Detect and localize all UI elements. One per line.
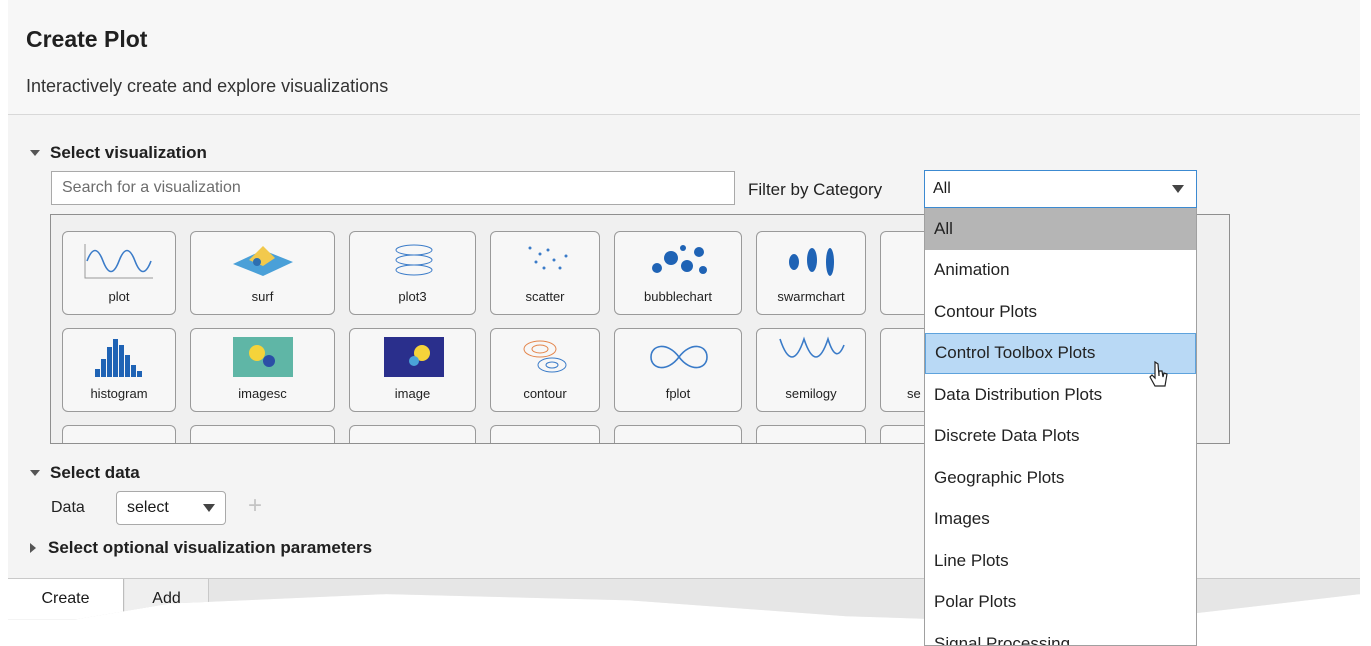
tile-imagesc[interactable]: imagesc [190, 328, 335, 412]
tile-label: semilogy [785, 386, 837, 401]
tab-create[interactable]: Create [8, 579, 124, 619]
dropdown-option-line-plots[interactable]: Line Plots [925, 540, 1196, 582]
expand-triangle-icon[interactable] [30, 543, 36, 553]
tile-contour[interactable]: contour [490, 328, 600, 412]
dropdown-option-all[interactable]: All [925, 208, 1196, 250]
dropdown-option-geographic-plots[interactable]: Geographic Plots [925, 457, 1196, 499]
section-select-data[interactable]: Select data [30, 463, 140, 483]
tile-label: scatter [525, 289, 565, 304]
tile-row3[interactable] [190, 425, 335, 443]
tile-label: histogram [90, 386, 148, 401]
tile-label: contour [523, 386, 567, 401]
collapse-triangle-icon[interactable] [30, 150, 40, 156]
tile-row3[interactable] [349, 425, 476, 443]
tile-histogram[interactable]: histogram [62, 328, 176, 412]
filter-category-label: Filter by Category [748, 180, 883, 199]
chevron-down-icon [1172, 185, 1184, 193]
tile-plot[interactable]: plot [62, 231, 176, 315]
task-header: Create Plot Interactively create and exp… [8, 0, 1360, 115]
section-select-visualization[interactable]: Select visualization [30, 143, 207, 163]
tile-label: plot3 [398, 289, 427, 304]
tile-label: bubblechart [644, 289, 712, 304]
image-heatmap-icon [378, 335, 450, 379]
tile-label: imagesc [238, 386, 287, 401]
section-heading: Select optional visualization parameters [48, 538, 373, 557]
helix-3d-icon [378, 238, 450, 282]
tile-plot3[interactable]: plot3 [349, 231, 476, 315]
data-select-value: select [127, 499, 169, 516]
data-select-dropdown[interactable]: select [116, 491, 226, 525]
page-subtitle: Interactively create and explore visuali… [26, 76, 389, 96]
swarm-chart-icon [776, 238, 848, 282]
chevron-down-icon [203, 504, 215, 512]
tile-row3[interactable] [614, 425, 742, 443]
section-optional-parameters[interactable]: Select optional visualization parameters [30, 538, 372, 558]
histogram-icon [83, 335, 155, 379]
tile-bubblechart[interactable]: bubblechart [614, 231, 742, 315]
dropdown-option-discrete-data-plots[interactable]: Discrete Data Plots [925, 416, 1196, 458]
scatter-points-icon [510, 238, 582, 282]
dropdown-option-polar-plots[interactable]: Polar Plots [925, 582, 1196, 624]
tile-swarmchart[interactable]: swarmchart [756, 231, 866, 315]
tile-surf[interactable]: surf [190, 231, 335, 315]
infinity-curve-icon [643, 335, 715, 379]
dropdown-option-contour-plots[interactable]: Contour Plots [925, 291, 1196, 333]
tile-scatter[interactable]: scatter [490, 231, 600, 315]
category-dropdown-list[interactable]: All Animation Contour Plots Control Tool… [924, 208, 1197, 646]
tile-fplot[interactable]: fplot [614, 328, 742, 412]
tile-semilogy[interactable]: semilogy [756, 328, 866, 412]
contour-icon [510, 335, 582, 379]
tile-label: surf [251, 289, 274, 304]
tile-row3[interactable] [62, 425, 176, 443]
imagesc-heatmap-icon [227, 335, 299, 379]
tile-label: image [394, 386, 431, 401]
filter-category-select[interactable]: All [924, 170, 1197, 208]
tile-label: plot [108, 289, 130, 304]
dropdown-option-signal-processing[interactable]: Signal Processing [925, 623, 1196, 645]
data-label: Data [51, 499, 85, 516]
tab-add[interactable]: Add [125, 579, 209, 619]
tile-image[interactable]: image [349, 328, 476, 412]
bubble-chart-icon [643, 238, 715, 282]
surface-3d-icon [227, 238, 299, 282]
tile-label: swarmchart [777, 289, 845, 304]
search-input[interactable] [51, 171, 735, 205]
add-data-icon[interactable]: + [248, 492, 262, 520]
tile-row3[interactable] [490, 425, 600, 443]
dropdown-option-animation[interactable]: Animation [925, 250, 1196, 292]
filter-category-value: All [933, 180, 951, 197]
section-heading: Select data [50, 463, 140, 482]
section-heading: Select visualization [50, 143, 207, 162]
dropdown-option-images[interactable]: Images [925, 499, 1196, 541]
collapse-triangle-icon[interactable] [30, 470, 40, 476]
semilog-curve-icon [776, 335, 848, 379]
page-title: Create Plot [26, 26, 148, 52]
tile-label: fplot [665, 386, 691, 401]
tile-label: se [907, 386, 921, 401]
tile-row3[interactable] [756, 425, 866, 443]
sine-wave-icon [83, 238, 155, 282]
mouse-pointer-icon [1149, 360, 1168, 387]
